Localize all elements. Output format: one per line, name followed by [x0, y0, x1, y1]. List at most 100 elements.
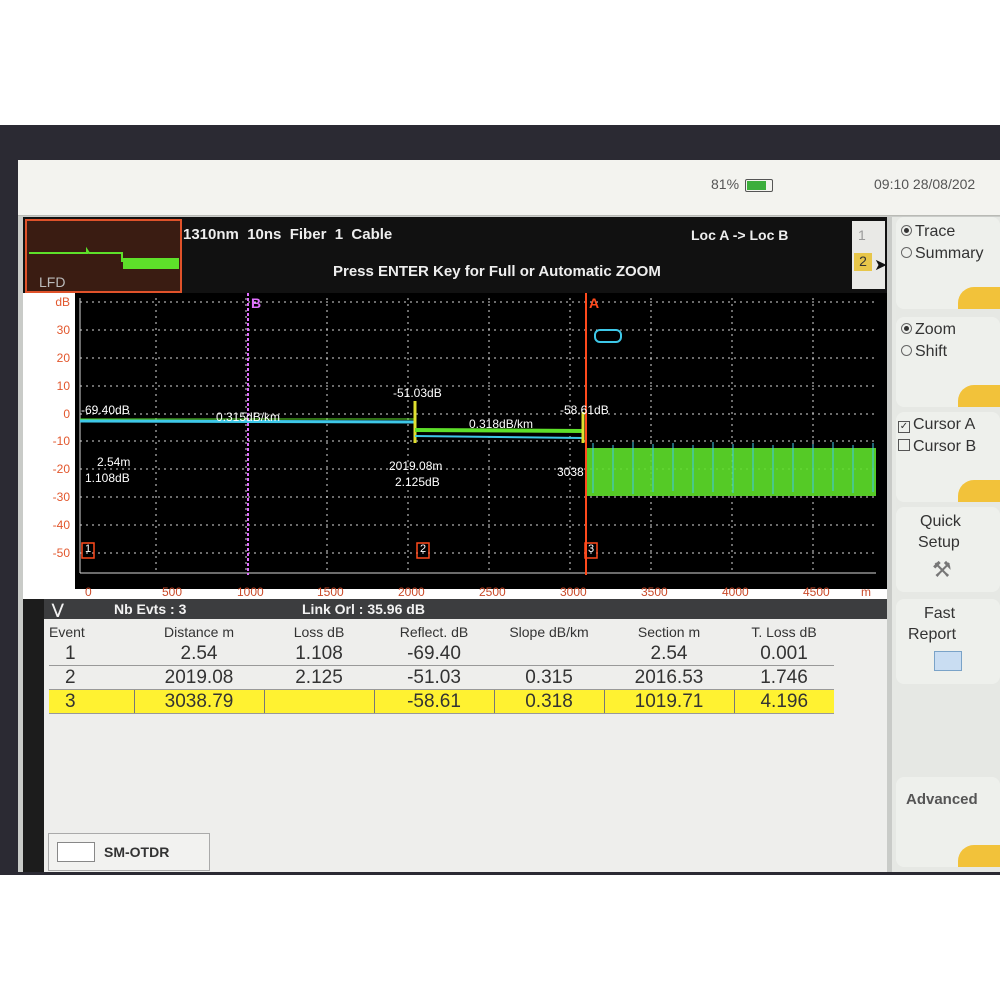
section-cell: 1019.71 [603, 689, 734, 714]
summary-radio[interactable]: Summary [901, 245, 983, 263]
quick-setup-label-2: Setup [918, 534, 960, 551]
x-unit-label: m [861, 585, 871, 599]
zoom-radio[interactable]: Zoom [901, 321, 956, 339]
otdr-trace-plot[interactable]: dB 30 20 10 0 -10 -20 -30 -40 -50 B A -6… [23, 293, 887, 589]
checkbox-empty-icon [898, 439, 910, 451]
overview-thumbnail[interactable]: LFD [25, 219, 182, 293]
zoom-hint: Press ENTER Key for Full or Automatic ZO… [333, 263, 661, 280]
battery-icon [745, 179, 773, 192]
sm-otdr-label: SM-OTDR [104, 844, 170, 860]
slope-cell: 0.315 [494, 665, 604, 690]
link-orl: Link Orl : 35.96 dB [302, 601, 425, 617]
right-sidebar: Trace Summary Zoom Shift ✓ Cursor A Curso… [892, 217, 1000, 872]
page-tabs: 1 2 ➤ [852, 221, 888, 289]
event2-loss-label: 2.125dB [395, 475, 440, 489]
radio-on-icon [901, 225, 912, 236]
tloss-cell: 4.196 [733, 689, 834, 714]
x-tick: 4500 [803, 585, 830, 599]
event3-distance-label: 3038 [557, 465, 584, 479]
col-distance: Distance m [163, 624, 235, 640]
slope1-label: 0.315dB/km [216, 410, 281, 424]
clock: 09:10 28/08/202 [874, 176, 976, 192]
sm-otdr-tab[interactable]: SM-OTDR [48, 833, 210, 871]
cursor-b-label[interactable]: B [251, 295, 261, 311]
reflect-cell: -69.40 [374, 642, 494, 666]
x-tick: 3000 [560, 585, 587, 599]
event3-reflect-label: -58.61dB [560, 403, 609, 417]
cursor-b-checkbox[interactable]: Cursor B [898, 438, 976, 456]
y-tick: 30 [56, 323, 70, 337]
y-tick: 0 [63, 407, 70, 421]
report-icon [934, 651, 962, 671]
x-tick: 1500 [317, 585, 344, 599]
event2-reflect-label: -51.03dB [393, 386, 442, 400]
radio-off-icon [901, 345, 912, 356]
col-slope: Slope dB/km [509, 624, 589, 640]
tloss-cell: 1.746 [734, 665, 834, 690]
event-marker-3[interactable]: 3 [588, 543, 594, 555]
shift-radio[interactable]: Shift [901, 343, 947, 361]
trace-radio[interactable]: Trace [901, 223, 955, 241]
check-icon: ✓ [898, 421, 910, 433]
event-marker-1[interactable]: 1 [85, 543, 91, 555]
event-table: Event Distance m Loss dB Reflect. dB Slo… [49, 622, 834, 714]
event1-reflect-label: -69.40dB [81, 403, 130, 417]
battery-percent: 81% [711, 176, 740, 192]
y-tick: -30 [52, 490, 70, 504]
view-mode-section: Trace Summary [896, 217, 1000, 309]
event1-distance-label: 2.54m [97, 455, 131, 469]
quick-setup-button[interactable]: Quick Setup ⚒ [896, 507, 1000, 592]
section-cell: 2016.53 [604, 665, 734, 690]
table-row[interactable]: 2 2019.08 2.125 -51.03 0.315 2016.53 1.7… [49, 665, 834, 690]
cursor-a-checkbox[interactable]: ✓ Cursor A [898, 416, 975, 434]
trace-header: LFD 1310nm 10ns Fiber 1 Cable Loc A -> L… [23, 217, 887, 293]
quick-setup-label-1: Quick [920, 513, 961, 530]
expand-tab-icon[interactable] [958, 287, 1000, 309]
fast-report-label-2: Report [908, 626, 957, 643]
loss-cell: 1.108 [264, 642, 374, 666]
event-number: 3 [49, 689, 134, 714]
next-tab-icon[interactable] [958, 845, 1000, 867]
distance-cell: 3038.79 [133, 689, 264, 714]
event-number: 2 [49, 665, 134, 690]
x-tick: 1000 [237, 585, 264, 599]
event-marker-2[interactable]: 2 [420, 543, 426, 555]
trace-title: 1310nm 10ns Fiber 1 Cable [183, 226, 393, 243]
x-tick: 2500 [479, 585, 506, 599]
slope-cell: 0.318 [493, 689, 604, 714]
table-header: Event Distance m Loss dB Reflect. dB Slo… [49, 622, 834, 642]
radio-off-icon [901, 247, 912, 258]
table-row[interactable]: 1 2.54 1.108 -69.40 2.54 0.001 [49, 642, 834, 666]
mouse-pointer-icon: ➤ [874, 257, 888, 274]
nb-events: Nb Evts : 3 [114, 601, 187, 617]
table-row-selected[interactable]: 3 3038.79 -58.61 0.318 1019.71 4.196 [49, 689, 834, 714]
fast-report-label-1: Fast [924, 605, 956, 622]
main-panel: LFD 1310nm 10ns Fiber 1 Cable Loc A -> L… [23, 217, 887, 872]
expand-tab-icon[interactable] [958, 385, 1000, 407]
y-tick: 20 [56, 351, 70, 365]
cursor-a-label[interactable]: A [589, 295, 599, 311]
distance-cell: 2019.08 [134, 665, 264, 690]
fast-report-button[interactable]: Fast Report [896, 599, 1000, 684]
event2-distance-label: 2019.08m [389, 459, 443, 473]
event-number: 1 [49, 642, 134, 666]
location-label: Loc A -> Loc B [691, 227, 789, 243]
x-tick: 0 [85, 585, 92, 599]
radio-on-icon [901, 323, 912, 334]
zoom-section: Zoom Shift [896, 317, 1000, 407]
page-tab-1[interactable]: 1 [858, 227, 866, 243]
x-tick: 4000 [722, 585, 749, 599]
wrench-icon: ⚒ [932, 557, 952, 582]
reflect-cell: -58.61 [373, 689, 494, 714]
expand-tab-icon[interactable] [958, 480, 1000, 502]
y-tick: -20 [52, 462, 70, 476]
event1-loss-label: 1.108dB [85, 471, 130, 485]
otdr-app-icon [57, 842, 95, 862]
slope-cell [494, 642, 604, 666]
advanced-button[interactable]: Advanced [896, 777, 1000, 867]
page-tab-2[interactable]: 2 [854, 253, 872, 271]
collapse-icon[interactable]: ⋁ [52, 601, 63, 618]
x-tick: 2000 [398, 585, 425, 599]
x-tick: 3500 [641, 585, 668, 599]
slope2-label: 0.318dB/km [469, 417, 534, 431]
